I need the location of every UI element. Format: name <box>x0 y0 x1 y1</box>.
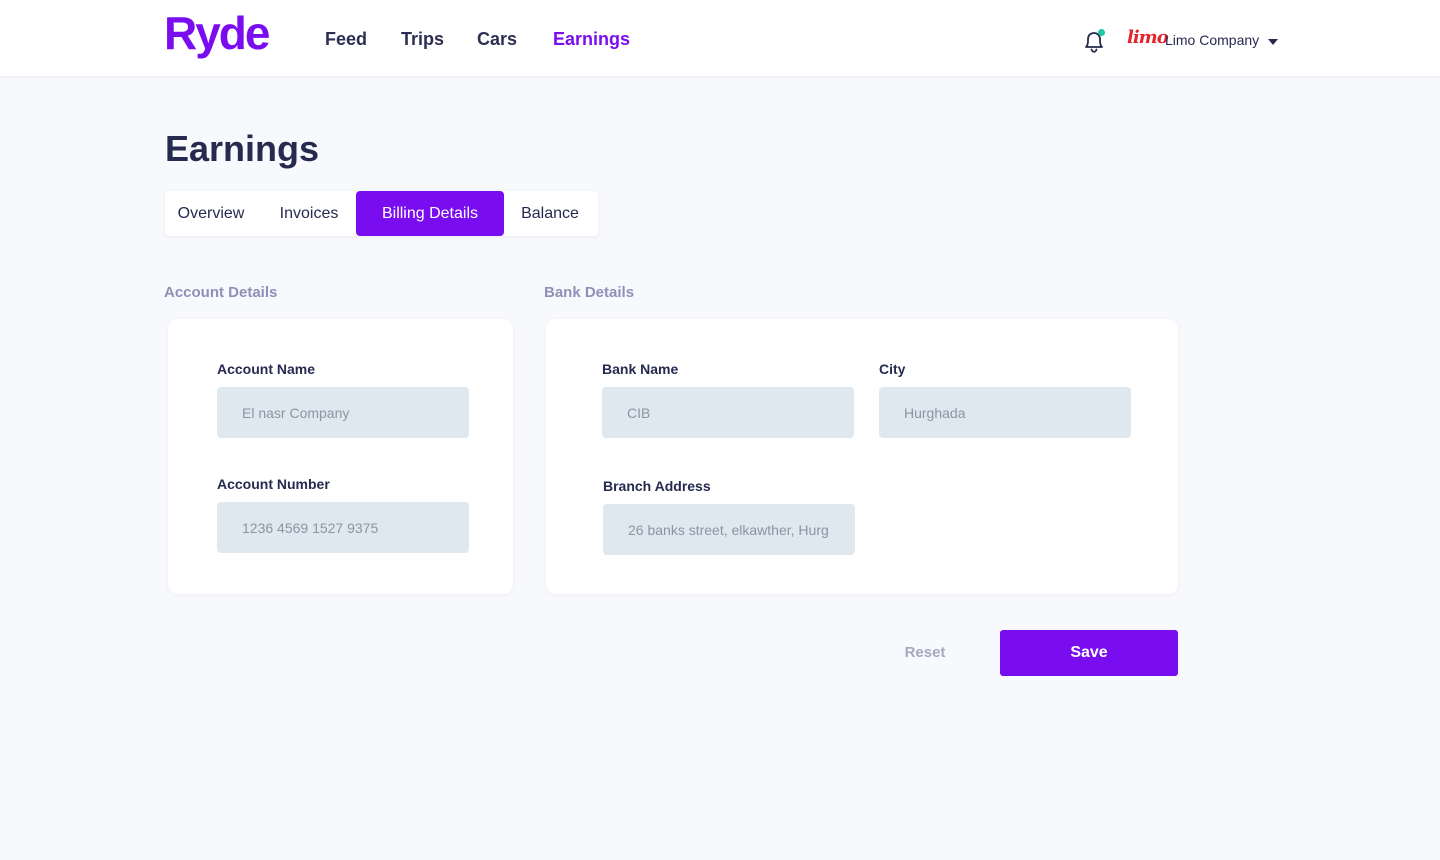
nav-item-trips[interactable]: Trips <box>401 29 444 50</box>
bank-details-heading: Bank Details <box>544 284 635 301</box>
branch-address-field[interactable] <box>603 504 855 555</box>
page-title: Earnings <box>165 128 320 169</box>
tab-invoices[interactable]: Invoices <box>263 191 355 236</box>
city-field[interactable] <box>879 387 1131 438</box>
branch-address-label: Branch Address <box>603 478 711 494</box>
tab-overview[interactable]: Overview <box>165 191 257 236</box>
company-name[interactable]: Limo Company <box>1165 32 1259 48</box>
earnings-tabs: Overview Invoices Billing Details Balanc… <box>165 191 598 236</box>
notification-dot <box>1098 29 1105 36</box>
tab-billing-details[interactable]: Billing Details <box>356 191 504 236</box>
account-number-field[interactable] <box>217 502 469 553</box>
save-button[interactable]: Save <box>1000 630 1178 676</box>
bank-name-field[interactable] <box>602 387 854 438</box>
nav-item-earnings[interactable]: Earnings <box>553 29 630 50</box>
bell-icon[interactable] <box>1082 29 1106 55</box>
reset-button[interactable]: Reset <box>893 630 957 676</box>
top-navigation-bar: Ryde Feed Trips Cars Earnings limo Limo … <box>0 0 1440 76</box>
bank-name-label: Bank Name <box>602 361 679 377</box>
account-name-field[interactable] <box>217 387 469 438</box>
company-logo: limo <box>1127 27 1169 48</box>
nav-item-feed[interactable]: Feed <box>325 29 367 50</box>
caret-down-icon[interactable] <box>1268 39 1278 45</box>
account-details-heading: Account Details <box>164 284 278 301</box>
account-name-label: Account Name <box>217 361 316 377</box>
account-number-label: Account Number <box>217 476 330 492</box>
tab-balance[interactable]: Balance <box>504 191 596 236</box>
account-details-card: Account Name Account Number <box>168 319 513 594</box>
ryde-logo[interactable]: Ryde <box>164 6 270 60</box>
city-label: City <box>879 361 906 377</box>
nav-item-cars[interactable]: Cars <box>477 29 517 50</box>
bank-details-card: Bank Name City Branch Address <box>546 319 1178 594</box>
